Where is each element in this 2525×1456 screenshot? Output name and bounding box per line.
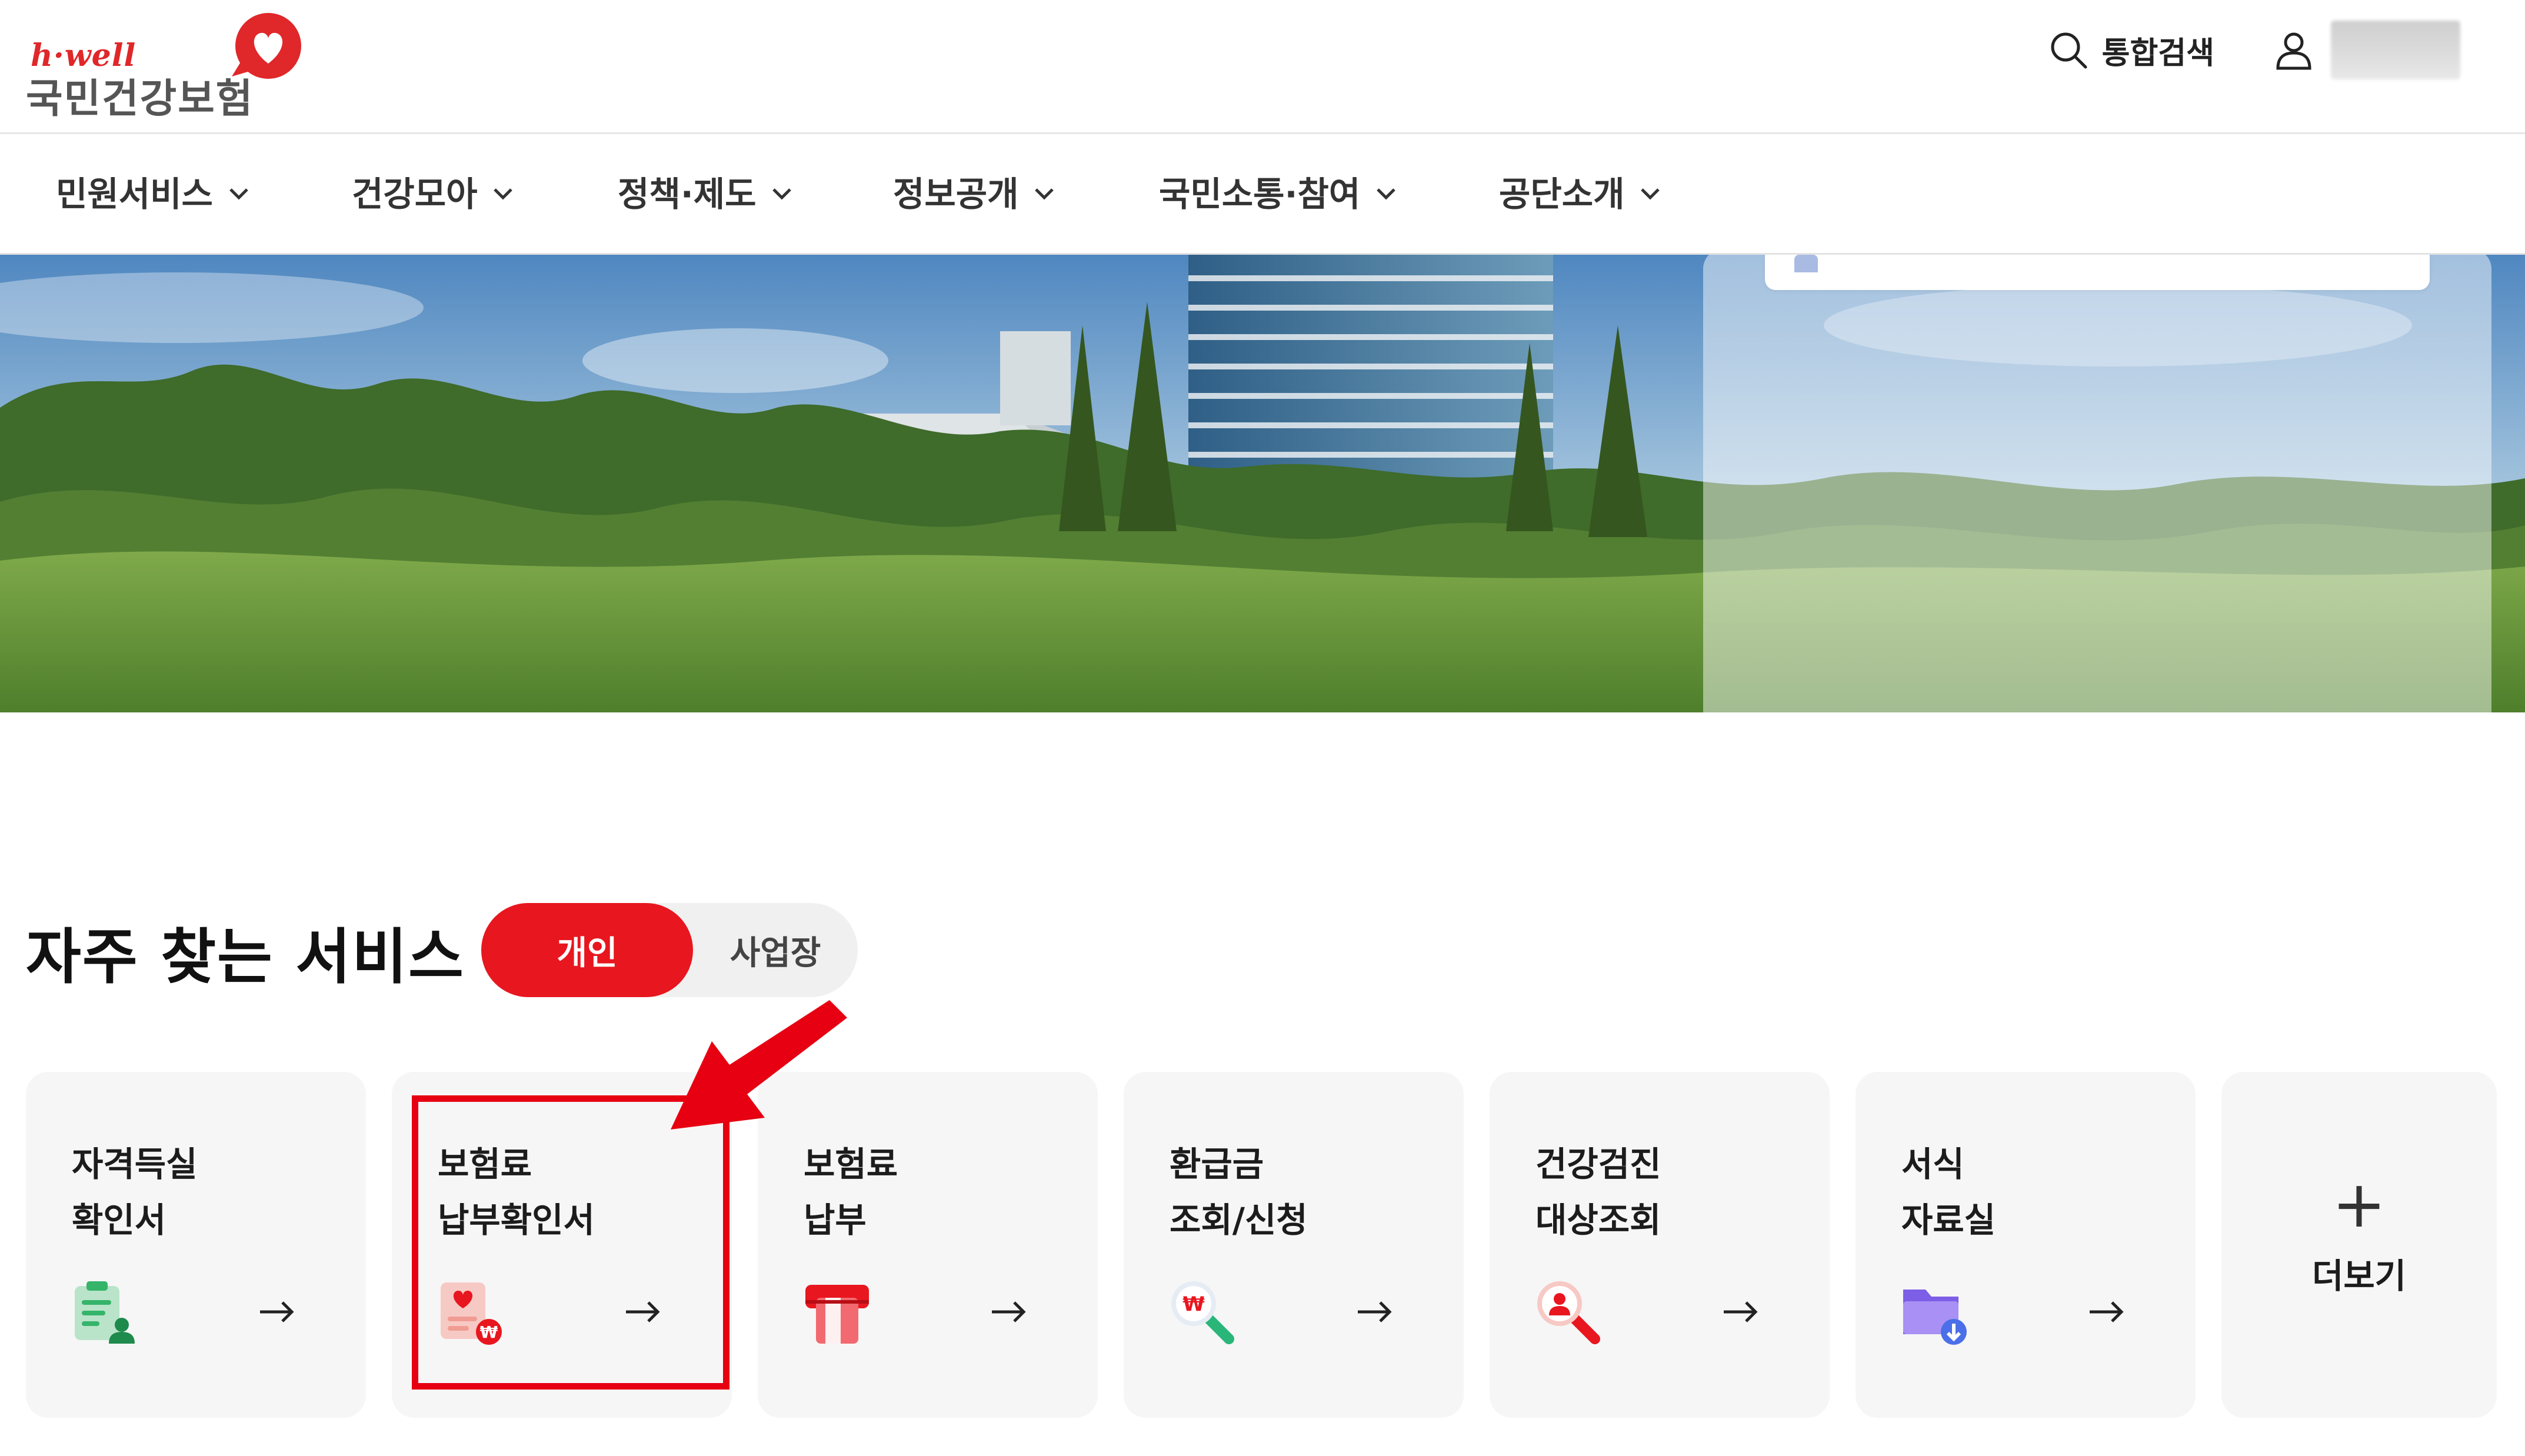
nav-item-information[interactable]: 정보공개 [893,166,1057,216]
document-person-icon [75,1281,135,1344]
chevron-down-icon [1035,188,1054,200]
service-card-form-library[interactable]: 서식 자료실 [1856,1072,2196,1418]
nav-label: 민원서비스 [56,174,213,214]
search-label: 통합검색 [2101,35,2214,71]
tab-business[interactable]: 사업장 [693,903,858,997]
chevron-down-icon [494,188,513,200]
card-title: 자격득실 확인서 [72,1144,198,1240]
site-header: h·well 국민건강보험 통합검색 [0,0,2525,134]
nav-item-health[interactable]: 건강모아 [352,166,516,216]
chevron-down-icon [1641,188,1660,200]
svg-text:₩: ₩ [1182,1292,1205,1316]
service-type-toggle: 개인 사업장 [481,903,858,997]
nav-item-communication[interactable]: 국민소통·참여 [1159,166,1399,216]
arrow-right-icon [992,1301,1026,1322]
nav-label: 국민소통·참여 [1159,174,1361,214]
utility-menu: 통합검색 [2048,21,2460,79]
user-name-redacted [2331,21,2460,79]
arrow-right-icon [1358,1301,1392,1322]
hero-panel-card [1765,255,2430,290]
service-card-eligibility-certificate[interactable]: 자격득실 확인서 [26,1072,366,1418]
logo-name: 국민건강보험 [26,76,254,122]
arrow-right-icon [260,1301,294,1322]
user-icon [2276,32,2311,70]
person-search-icon [1537,1281,1600,1344]
arrow-right-icon [2090,1301,2124,1322]
main-navigation: 민원서비스 건강모아 정책·제도 정보공개 국민소통·참여 공단소개 [0,134,2525,255]
nav-label: 정보공개 [893,174,1019,214]
service-card-checkup-eligibility[interactable]: 건강검진 대상조회 [1490,1072,1830,1418]
frequent-services-title: 자주 찾는 서비스 [26,922,465,992]
folder-download-icon [1903,1290,1967,1345]
nav-label: 정책·제도 [618,174,757,214]
hero-banner [0,255,2525,712]
integrated-search-link[interactable]: 통합검색 [2048,28,2214,72]
won-search-icon: ₩ [1171,1281,1234,1344]
more-label: 더보기 [2311,1256,2407,1296]
chevron-down-icon [1377,188,1395,200]
nav-item-policy[interactable]: 정책·제도 [618,166,795,216]
service-card-list: 자격득실 확인서 보험료 납부확인서 ₩ 보험료 납부 환급금 조회/신청 ₩ … [26,1072,2497,1419]
site-logo[interactable]: h·well 국민건강보험 [26,12,308,122]
card-title: 환급금 조회/신청 [1170,1144,1308,1240]
card-title: 건강검진 대상조회 [1535,1144,1661,1240]
search-icon [2051,32,2087,69]
chevron-down-icon [229,188,248,200]
plus-icon: + [2331,1167,2387,1242]
chevron-down-icon [772,188,792,200]
hero-overlay-panel [1703,255,2491,712]
nav-item-civil-service[interactable]: 민원서비스 [56,166,252,216]
pointer-arrow-icon [671,1000,847,1130]
arrow-right-icon [1724,1301,1758,1322]
card-title: 보험료 납부 [804,1144,898,1240]
nav-item-about[interactable]: 공단소개 [1499,166,1663,216]
user-menu[interactable] [2273,21,2460,79]
nav-label: 건강모아 [352,174,478,214]
person-icon [1794,255,1818,272]
service-card-refund-inquiry[interactable]: 환급금 조회/신청 ₩ [1124,1072,1464,1418]
service-card-more[interactable]: + 더보기 [2221,1072,2497,1418]
heart-icon [232,13,301,79]
card-payment-icon [805,1285,869,1344]
card-title: 서식 자료실 [1901,1144,1996,1240]
nav-label: 공단소개 [1499,174,1625,214]
tab-personal[interactable]: 개인 [481,903,693,997]
